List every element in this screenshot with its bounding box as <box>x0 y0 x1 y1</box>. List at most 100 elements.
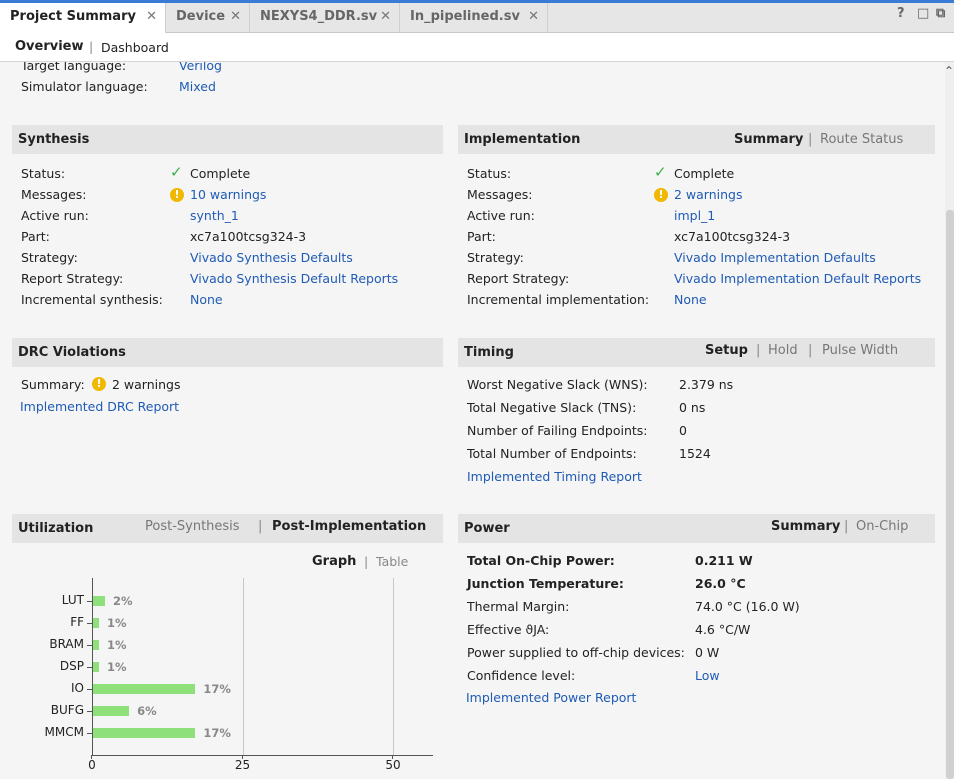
bar <box>93 618 100 628</box>
synthesis-title: Synthesis <box>18 132 90 147</box>
timing-header: Timing Setup | Hold | Pulse Width <box>458 338 935 367</box>
active-run-link[interactable]: impl_1 <box>674 208 715 223</box>
tab-post-synthesis[interactable]: Post-Synthesis <box>145 512 240 541</box>
tab-power-summary[interactable]: Summary <box>771 512 840 541</box>
scroll-up-icon[interactable]: ⌃ <box>944 64 954 78</box>
strategy-link[interactable]: Vivado Implementation Defaults <box>674 250 876 265</box>
drc-summary-label: Summary: <box>21 377 85 392</box>
messages-link[interactable]: 2 warnings <box>674 187 743 202</box>
y-category-label: MMCM <box>44 725 84 739</box>
check-icon: ✓ <box>654 163 667 181</box>
x-tick-label: 50 <box>385 758 401 772</box>
y-category-label: BRAM <box>49 637 84 651</box>
subtab-dashboard[interactable]: Dashboard <box>101 40 169 55</box>
tab-impl-summary[interactable]: Summary <box>734 125 803 154</box>
tab-nexys4-ddr[interactable]: NEXYS4_DDR.sv ✕ <box>250 3 400 33</box>
tab-label: In_pipelined.sv <box>410 9 520 24</box>
part-label: Part: <box>21 229 50 244</box>
implementation-title: Implementation <box>464 132 581 147</box>
report-strategy-label: Report Strategy: <box>21 271 124 286</box>
tab-divider: | <box>808 132 813 147</box>
tab-device[interactable]: Device ✕ <box>166 3 250 33</box>
view-table[interactable]: Table <box>376 554 408 569</box>
help-icon[interactable]: ? <box>897 6 905 21</box>
total-endpoints-value: 1524 <box>679 446 711 461</box>
report-strategy-link[interactable]: Vivado Synthesis Default Reports <box>190 271 398 286</box>
tab-pulse-width[interactable]: Pulse Width <box>822 336 898 365</box>
tab-route-status[interactable]: Route Status <box>820 125 903 154</box>
warning-icon: ! <box>170 188 184 202</box>
tab-divider: | <box>808 343 813 358</box>
tab-setup[interactable]: Setup <box>705 336 748 365</box>
x-axis-line <box>92 755 433 756</box>
offchip-power-label: Power supplied to off-chip devices: <box>467 645 685 660</box>
drc-header: DRC Violations <box>12 338 443 367</box>
incremental-link[interactable]: None <box>674 292 707 307</box>
power-report-link[interactable]: Implemented Power Report <box>466 690 636 705</box>
total-power-label: Total On-Chip Power: <box>467 553 615 568</box>
bar <box>93 662 100 672</box>
drc-report-link[interactable]: Implemented DRC Report <box>20 399 179 414</box>
y-category-label: BUFG <box>50 703 84 717</box>
timing-report-link[interactable]: Implemented Timing Report <box>467 469 642 484</box>
confidence-link[interactable]: Low <box>695 668 720 683</box>
y-tick <box>87 601 92 602</box>
status-label: Status: <box>21 166 66 181</box>
y-category-label: DSP <box>59 659 84 673</box>
failing-endpoints-value: 0 <box>679 423 687 438</box>
messages-label: Messages: <box>467 187 533 202</box>
part-value: xc7a100tcsg324-3 <box>190 229 307 244</box>
active-run-link[interactable]: synth_1 <box>190 208 239 223</box>
check-icon: ✓ <box>170 163 183 181</box>
float-icon[interactable]: ⧉ <box>936 6 945 21</box>
y-tick <box>87 623 92 624</box>
thermal-margin-value: 74.0 °C (16.0 W) <box>695 599 800 614</box>
tab-divider: | <box>756 343 761 358</box>
subtab-overview[interactable]: Overview <box>15 39 84 54</box>
wns-label: Worst Negative Slack (WNS): <box>467 377 648 392</box>
status-label: Status: <box>467 166 512 181</box>
power-title: Power <box>464 521 510 536</box>
active-run-label: Active run: <box>21 208 89 223</box>
simulator-language-label: Simulator language: <box>21 79 148 94</box>
tab-post-implementation[interactable]: Post-Implementation <box>272 512 426 541</box>
messages-link[interactable]: 10 warnings <box>190 187 266 202</box>
strategy-label: Strategy: <box>467 250 524 265</box>
wns-value: 2.379 ns <box>679 377 734 392</box>
tab-project-summary[interactable]: Project Summary ✕ <box>0 3 166 34</box>
tab-label: NEXYS4_DDR.sv <box>260 9 378 24</box>
incremental-link[interactable]: None <box>190 292 223 307</box>
simulator-language-value[interactable]: Mixed <box>179 79 216 94</box>
bar-value-label: 1% <box>107 660 127 674</box>
close-icon[interactable]: ✕ <box>146 3 157 31</box>
close-icon[interactable]: ✕ <box>380 3 391 31</box>
thermal-margin-label: Thermal Margin: <box>467 599 570 614</box>
report-strategy-link[interactable]: Vivado Implementation Default Reports <box>674 271 921 286</box>
restore-icon[interactable]: □ <box>917 6 929 21</box>
y-tick <box>87 689 92 690</box>
strategy-label: Strategy: <box>21 250 78 265</box>
bar-value-label: 1% <box>107 616 127 630</box>
close-icon[interactable]: ✕ <box>528 3 539 31</box>
failing-endpoints-label: Number of Failing Endpoints: <box>467 423 648 438</box>
tab-on-chip[interactable]: On-Chip <box>856 512 908 541</box>
scrollbar-thumb[interactable] <box>946 210 954 779</box>
tab-hold[interactable]: Hold <box>768 336 798 365</box>
close-icon[interactable]: ✕ <box>230 3 241 31</box>
effective-theta-value: 4.6 °C/W <box>695 622 751 637</box>
view-graph[interactable]: Graph <box>312 554 356 569</box>
strategy-link[interactable]: Vivado Synthesis Defaults <box>190 250 353 265</box>
effective-theta-label: Effective ϑJA: <box>467 622 550 637</box>
implementation-header: Implementation Summary | Route Status <box>458 125 935 154</box>
tab-in-pipelined[interactable]: In_pipelined.sv ✕ <box>400 3 548 33</box>
offchip-power-value: 0 W <box>695 645 720 660</box>
bar-value-label: 17% <box>203 726 231 740</box>
status-value: Complete <box>674 166 735 181</box>
subtab-divider: | <box>89 39 94 54</box>
tab-label: Project Summary <box>10 9 136 24</box>
bar <box>93 706 130 716</box>
report-strategy-label: Report Strategy: <box>467 271 570 286</box>
synthesis-header: Synthesis <box>12 125 443 154</box>
incremental-label: Incremental implementation: <box>467 292 650 307</box>
timing-title: Timing <box>464 345 514 360</box>
